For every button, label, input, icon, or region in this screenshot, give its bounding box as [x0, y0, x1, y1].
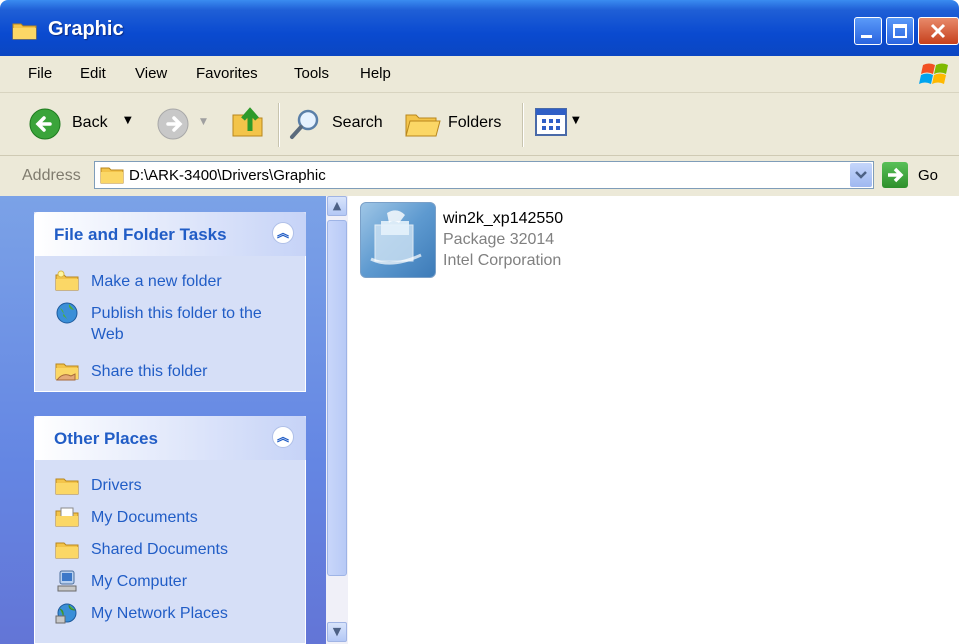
menu-help[interactable]: Help [360, 65, 391, 82]
go-label[interactable]: Go [918, 167, 938, 184]
file-folder-tasks-header[interactable]: File and Folder Tasks ︽ [34, 212, 306, 256]
folders-icon [405, 114, 441, 137]
folders-label: Folders [448, 114, 502, 131]
maximize-button[interactable] [886, 17, 914, 45]
back-dropdown-icon[interactable]: ▼ [124, 115, 132, 126]
other-places-panel: Other Places ︽ Drivers My Documents Shar… [34, 416, 306, 644]
close-icon [930, 23, 946, 39]
new-folder-icon [55, 270, 79, 291]
network-places-icon [55, 603, 77, 624]
forward-dropdown-icon[interactable]: ▼ [200, 117, 207, 127]
toolbar: Back ▼ ▼ Search Folders ▼ [0, 93, 959, 156]
menu-favorites[interactable]: Favorites [196, 65, 258, 82]
folder-icon [100, 167, 124, 184]
windows-logo-icon [919, 63, 948, 84]
scroll-up-button[interactable]: ▲ [327, 196, 347, 216]
close-button[interactable] [918, 17, 959, 45]
up-folder-button[interactable] [230, 103, 270, 143]
panel-title: File and Folder Tasks [54, 225, 227, 244]
search-icon [290, 109, 319, 139]
file-item[interactable]: win2k_xp142550 Package 32014 Intel Corpo… [348, 196, 648, 286]
views-button[interactable]: ▼ [534, 107, 590, 141]
go-button[interactable] [882, 162, 908, 188]
scroll-down-button[interactable]: ▼ [327, 622, 347, 642]
collapse-icon[interactable]: ︽ [272, 426, 294, 448]
panel-title: Other Places [54, 429, 158, 448]
my-computer-icon [57, 570, 77, 592]
title-bar[interactable]: Graphic [0, 0, 959, 56]
address-input[interactable]: D:\ARK-3400\Drivers\Graphic [94, 161, 874, 189]
folder-icon [12, 23, 37, 40]
views-icon [535, 108, 567, 136]
folders-button[interactable]: Folders [404, 105, 514, 143]
vertical-scrollbar[interactable]: ▲ ▼ [326, 196, 348, 644]
package-icon [360, 202, 436, 278]
views-dropdown-icon[interactable]: ▼ [572, 115, 580, 126]
address-label: Address [22, 167, 81, 184]
address-bar: Address D:\ARK-3400\Drivers\Graphic Go [0, 156, 959, 196]
go-arrow-icon [888, 167, 904, 183]
scroll-thumb[interactable] [327, 220, 347, 576]
my-documents-icon [55, 507, 79, 527]
up-folder-icon [232, 107, 263, 137]
forward-arrow-icon [157, 108, 189, 140]
file-list: win2k_xp142550 Package 32014 Intel Corpo… [348, 196, 959, 644]
menu-file[interactable]: File [28, 65, 52, 82]
address-path: D:\ARK-3400\Drivers\Graphic [129, 167, 326, 184]
back-label: Back [72, 114, 108, 131]
folder-icon [55, 542, 79, 559]
search-label: Search [332, 114, 383, 131]
back-button[interactable]: Back ▼ [24, 105, 144, 143]
other-places-header[interactable]: Other Places ︽ [34, 416, 306, 460]
menu-tools[interactable]: Tools [294, 65, 329, 82]
menu-bar: File Edit View Favorites Tools Help [0, 56, 959, 93]
menu-view[interactable]: View [135, 65, 167, 82]
file-name: win2k_xp142550 [443, 210, 564, 227]
installer-icon [370, 210, 422, 265]
share-folder-icon [55, 363, 79, 381]
file-type: Package 32014 [443, 231, 555, 248]
collapse-icon[interactable]: ︽ [272, 222, 294, 244]
chevron-down-icon [855, 171, 867, 179]
task-pane: File and Folder Tasks ︽ Make a new folde… [0, 196, 326, 644]
menu-edit[interactable]: Edit [80, 65, 106, 82]
window-title: Graphic [48, 18, 124, 40]
forward-button[interactable]: ▼ [152, 105, 212, 143]
address-dropdown-button[interactable] [850, 163, 872, 187]
folder-icon [55, 478, 79, 495]
minimize-button[interactable] [854, 17, 882, 45]
search-button[interactable]: Search [288, 105, 388, 143]
file-folder-tasks-panel: File and Folder Tasks ︽ Make a new folde… [34, 212, 306, 392]
file-company: Intel Corporation [443, 252, 562, 269]
publish-web-icon [56, 302, 78, 324]
back-arrow-icon [29, 108, 61, 140]
